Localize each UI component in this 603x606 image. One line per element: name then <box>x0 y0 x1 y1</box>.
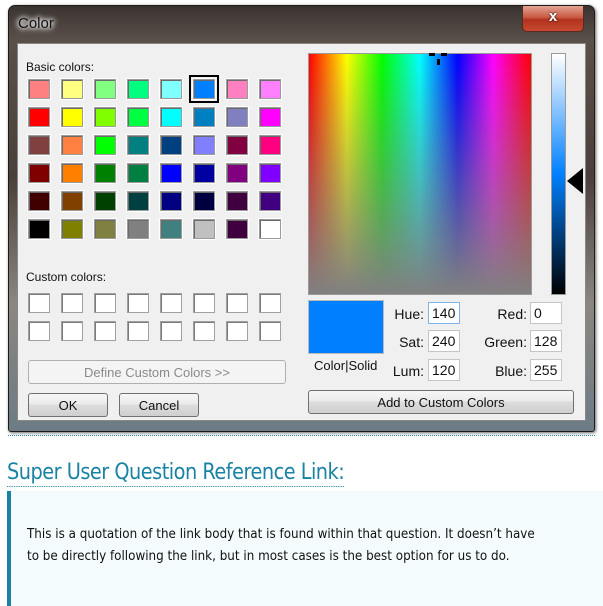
color-spectrum[interactable] <box>308 53 532 295</box>
basic-color-swatch[interactable] <box>226 107 248 127</box>
dialog-client-area: Basic colors: Custom colors: Define Cust… <box>17 43 586 421</box>
basic-color-swatch[interactable] <box>160 79 182 99</box>
blue-label: Blue: <box>495 363 527 379</box>
hue-label: Hue: <box>394 306 424 322</box>
luminance-arrow-icon[interactable] <box>567 168 583 194</box>
custom-color-swatch[interactable] <box>226 321 248 341</box>
custom-color-swatch[interactable] <box>160 293 182 313</box>
basic-color-swatch[interactable] <box>61 79 83 99</box>
basic-color-swatch[interactable] <box>94 135 116 155</box>
basic-color-swatch[interactable] <box>127 163 149 183</box>
crosshair-icon <box>429 53 453 67</box>
custom-color-swatch[interactable] <box>259 321 281 341</box>
basic-color-swatch[interactable] <box>61 219 83 239</box>
basic-color-swatch[interactable] <box>28 107 50 127</box>
luminance-slider[interactable] <box>551 53 566 295</box>
basic-color-swatch[interactable] <box>61 107 83 127</box>
basic-color-swatch[interactable] <box>94 163 116 183</box>
basic-color-swatch[interactable] <box>127 135 149 155</box>
green-label: Green: <box>484 334 527 350</box>
custom-color-swatch[interactable] <box>94 293 116 313</box>
basic-color-swatch[interactable] <box>193 219 215 239</box>
custom-color-swatch[interactable] <box>193 321 215 341</box>
basic-color-swatch[interactable] <box>28 163 50 183</box>
basic-color-swatch[interactable] <box>160 191 182 211</box>
basic-color-swatch[interactable] <box>226 219 248 239</box>
lum-label: Lum: <box>392 363 424 379</box>
red-label: Red: <box>497 306 527 322</box>
basic-color-swatch[interactable] <box>259 107 281 127</box>
lum-field[interactable]: 120 <box>428 359 460 381</box>
color-solid-label: Color|Solid <box>314 358 378 373</box>
sat-field[interactable]: 240 <box>428 330 460 352</box>
custom-color-swatch[interactable] <box>259 293 281 313</box>
custom-color-swatch[interactable] <box>61 321 83 341</box>
basic-color-swatch[interactable] <box>28 135 50 155</box>
basic-color-swatch[interactable] <box>259 163 281 183</box>
cancel-button[interactable]: Cancel <box>119 393 199 417</box>
title-bar[interactable]: Color x <box>9 6 594 36</box>
basic-color-swatch[interactable] <box>160 135 182 155</box>
blockquote: This is a quotation of the link body tha… <box>7 491 603 606</box>
sat-label: Sat: <box>399 334 424 350</box>
basic-color-swatch[interactable] <box>226 163 248 183</box>
basic-color-swatch[interactable] <box>94 191 116 211</box>
red-field[interactable]: 0 <box>530 302 562 324</box>
basic-color-swatch[interactable] <box>259 79 281 99</box>
define-custom-colors-button[interactable]: Define Custom Colors >> <box>28 360 286 384</box>
custom-color-swatch[interactable] <box>61 293 83 313</box>
basic-color-swatch[interactable] <box>160 107 182 127</box>
basic-color-swatch[interactable] <box>94 79 116 99</box>
basic-color-swatch[interactable] <box>193 163 215 183</box>
basic-color-swatch[interactable] <box>259 135 281 155</box>
close-icon: x <box>548 8 558 25</box>
basic-color-swatch[interactable] <box>28 219 50 239</box>
basic-color-swatch[interactable] <box>61 191 83 211</box>
reference-link-heading[interactable]: Super User Question Reference Link: <box>7 460 345 487</box>
custom-color-swatch[interactable] <box>193 293 215 313</box>
basic-color-swatch[interactable] <box>127 191 149 211</box>
color-dialog: Color x Basic colors: Custom colors: Def… <box>8 5 595 432</box>
hue-field[interactable]: 140 <box>428 302 460 324</box>
basic-color-swatch[interactable] <box>193 191 215 211</box>
green-field[interactable]: 128 <box>530 330 562 352</box>
basic-color-swatch[interactable] <box>61 135 83 155</box>
add-to-custom-colors-button[interactable]: Add to Custom Colors <box>308 390 574 414</box>
custom-color-swatch[interactable] <box>28 293 50 313</box>
basic-color-swatch[interactable] <box>127 79 149 99</box>
custom-color-swatch[interactable] <box>127 293 149 313</box>
basic-color-swatch[interactable] <box>160 163 182 183</box>
basic-color-swatch[interactable] <box>94 107 116 127</box>
dialog-title: Color <box>18 15 54 32</box>
basic-color-swatch[interactable] <box>127 107 149 127</box>
basic-color-swatch[interactable] <box>28 191 50 211</box>
blue-field[interactable]: 255 <box>530 359 562 381</box>
custom-color-swatch[interactable] <box>94 321 116 341</box>
basic-color-swatch[interactable] <box>28 79 50 99</box>
close-button[interactable]: x <box>522 6 584 32</box>
basic-colors-label: Basic colors: <box>26 60 95 74</box>
basic-color-swatch[interactable] <box>193 135 215 155</box>
basic-color-swatch[interactable] <box>259 191 281 211</box>
custom-color-swatch[interactable] <box>226 293 248 313</box>
basic-color-swatch[interactable] <box>94 219 116 239</box>
basic-color-swatch[interactable] <box>226 191 248 211</box>
custom-color-swatch[interactable] <box>28 321 50 341</box>
ok-button[interactable]: OK <box>28 393 108 417</box>
basic-color-swatch[interactable] <box>127 219 149 239</box>
basic-color-swatch[interactable] <box>189 75 219 103</box>
color-preview <box>308 300 384 354</box>
basic-color-swatch[interactable] <box>193 107 215 127</box>
basic-color-swatch[interactable] <box>226 135 248 155</box>
basic-color-swatch[interactable] <box>160 219 182 239</box>
custom-colors-label: Custom colors: <box>26 270 107 284</box>
basic-color-swatch[interactable] <box>61 163 83 183</box>
basic-color-swatch[interactable] <box>226 79 248 99</box>
custom-color-swatch[interactable] <box>160 321 182 341</box>
divider <box>8 435 595 436</box>
basic-color-swatch[interactable] <box>259 219 281 239</box>
quote-text: This is a quotation of the link body tha… <box>27 527 535 564</box>
custom-color-swatch[interactable] <box>127 321 149 341</box>
